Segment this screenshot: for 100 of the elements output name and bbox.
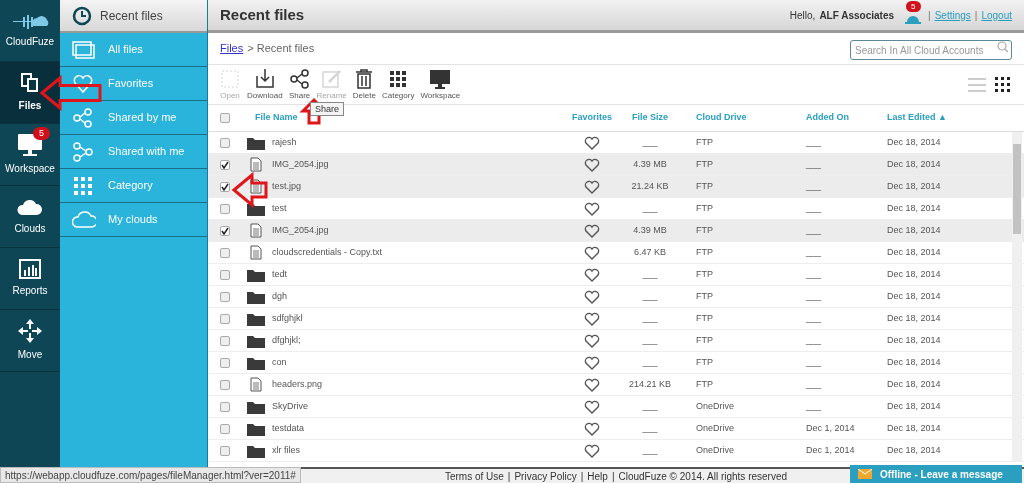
table-cell-text: Dec 18, 2014 — [886, 443, 942, 457]
file-name[interactable]: headers.png — [270, 377, 572, 392]
file-name[interactable]: sdfghjkl — [270, 311, 572, 326]
table-cell-text: ___ — [641, 311, 659, 325]
notification-badge: 5 — [906, 1, 921, 12]
file-name[interactable]: dfghjkl; — [270, 333, 572, 348]
table-cell-text: ___ — [805, 399, 823, 413]
file-name[interactable]: test.jpg — [270, 179, 572, 194]
table-cell-text: FTP — [695, 223, 714, 237]
table-cell-text: ___ — [641, 289, 659, 303]
table-cell-text: ___ — [805, 245, 823, 259]
table-cell-text: Dec 18, 2014 — [886, 245, 942, 259]
file-name[interactable]: xlr files — [270, 443, 572, 458]
table-cell-text: ___ — [641, 355, 659, 369]
table-cell-text: ___ — [805, 333, 823, 347]
table-cell-text: FTP — [695, 201, 714, 215]
file-name[interactable]: dgh — [270, 289, 572, 304]
table-cell-text: Dec 18, 2014 — [886, 421, 942, 435]
table-cell-text: OneDrive — [695, 443, 735, 457]
table-cell-text: ___ — [805, 223, 823, 237]
file-name[interactable]: IMG_2054.jpg — [270, 157, 572, 172]
breadcrumb-link[interactable]: Files — [220, 40, 244, 57]
toolbar-button[interactable]: Category — [378, 68, 418, 101]
table-cell-text: FTP — [695, 245, 714, 259]
toolbar-button[interactable]: Download — [244, 68, 286, 101]
table-cell-text: Dec 18, 2014 — [886, 377, 942, 391]
table-cell-text: 21.24 KB — [630, 179, 670, 193]
table-cell-text: FTP — [695, 179, 714, 193]
separator-text: | — [928, 8, 931, 23]
user-name: ALF Associates — [819, 8, 895, 23]
toolbar-button[interactable]: Delete — [349, 68, 379, 101]
separator-text: | — [974, 8, 978, 23]
nav-item[interactable]: Files — [0, 62, 60, 124]
table-cell-text: 4.39 MB — [632, 157, 668, 171]
table-cell-text: Dec 18, 2014 — [886, 135, 942, 149]
table-cell-text: Dec 18, 2014 — [886, 355, 942, 369]
file-name[interactable]: testdata — [270, 421, 572, 436]
table-cell-text: 4.39 MB — [632, 223, 668, 237]
table-cell-text: Dec 18, 2014 — [886, 289, 942, 303]
table-cell-text: Dec 18, 2014 — [886, 201, 942, 215]
table-cell-text: Dec 18, 2014 — [886, 223, 942, 237]
table-cell-text: Dec 18, 2014 — [886, 399, 942, 413]
table-cell-text: ___ — [805, 201, 823, 215]
table-cell-text: Dec 18, 2014 — [886, 157, 942, 171]
table-cell-text: ___ — [641, 443, 659, 457]
table-cell-text: FTP — [695, 355, 714, 369]
table-cell-text: 6.47 KB — [633, 245, 667, 259]
search-field[interactable]: Search In All Cloud Accounts — [850, 40, 1012, 60]
file-name[interactable]: IMG_2054.jpg — [270, 223, 572, 238]
table-cell-text: ___ — [641, 267, 659, 281]
sidebar-title: Recent files — [100, 7, 163, 25]
table-cell-text: ___ — [805, 157, 823, 171]
footer-link[interactable]: Terms of Use — [444, 468, 504, 483]
table-cell-text: OneDrive — [695, 399, 735, 413]
separator-text: | — [580, 469, 584, 483]
page-title: Recent files — [220, 4, 305, 25]
table-cell-text: Dec 1, 2014 — [805, 443, 856, 457]
table-cell-text: Dec 18, 2014 — [886, 311, 942, 325]
table-cell-text: FTP — [695, 267, 714, 281]
separator-text: | — [611, 469, 615, 483]
toolbar-button[interactable]: Share — [285, 68, 314, 101]
file-name[interactable]: SkyDrive — [270, 399, 572, 414]
table-cell-text: ___ — [805, 355, 823, 369]
table-cell-text: FTP — [695, 135, 714, 149]
table-cell-text: OneDrive — [695, 421, 735, 435]
table-cell-text: Dec 18, 2014 — [886, 179, 942, 193]
footer-link[interactable]: Help — [587, 468, 608, 483]
table-cell-text: ___ — [805, 267, 823, 281]
table-cell-text: ___ — [641, 421, 659, 435]
toolbar-button[interactable]: Workspace — [417, 68, 464, 101]
file-name[interactable]: rajesh — [270, 135, 572, 150]
breadcrumb-current: > Recent files — [247, 41, 315, 57]
separator-text: | — [507, 469, 511, 483]
status-url: https://webapp.cloudfuze.com/pages/fileManager.html?ver=2011# — [0, 467, 301, 483]
table-cell-text: FTP — [695, 377, 714, 391]
table-cell-text: FTP — [695, 157, 714, 171]
table-cell-text: FTP — [695, 311, 714, 325]
file-name[interactable]: tedt — [270, 267, 572, 282]
table-cell-text: ___ — [641, 333, 659, 347]
logo-text: CloudFuze — [5, 35, 55, 49]
copyright-text: CloudFuze © 2014. All rights reserved — [618, 469, 788, 483]
footer-link[interactable]: Privacy Policy — [514, 468, 577, 483]
table-cell-text: FTP — [695, 289, 714, 303]
table-cell-text: ___ — [805, 179, 823, 193]
table-cell-text: FTP — [695, 333, 714, 347]
file-name[interactable]: cloudscredentials - Copy.txt — [270, 245, 572, 260]
greeting-text: Hello, — [789, 8, 816, 23]
file-name[interactable]: test — [270, 201, 572, 216]
table-cell-text: ___ — [805, 135, 823, 149]
nav-item[interactable]: Workspace 5 — [0, 124, 60, 186]
table-cell-text: ___ — [641, 399, 659, 413]
table-cell-text: ___ — [805, 289, 823, 303]
tooltip: Share — [310, 102, 345, 116]
table-cell-text: 214.21 KB — [627, 377, 672, 391]
file-name[interactable]: con — [270, 355, 572, 370]
table-cell-text: Dec 18, 2014 — [886, 267, 942, 281]
table-cell-text: Dec 18, 2014 — [886, 333, 942, 347]
table-cell-text: ___ — [641, 201, 659, 215]
table-cell-text: ___ — [805, 377, 823, 391]
table-cell-text: ___ — [805, 311, 823, 325]
